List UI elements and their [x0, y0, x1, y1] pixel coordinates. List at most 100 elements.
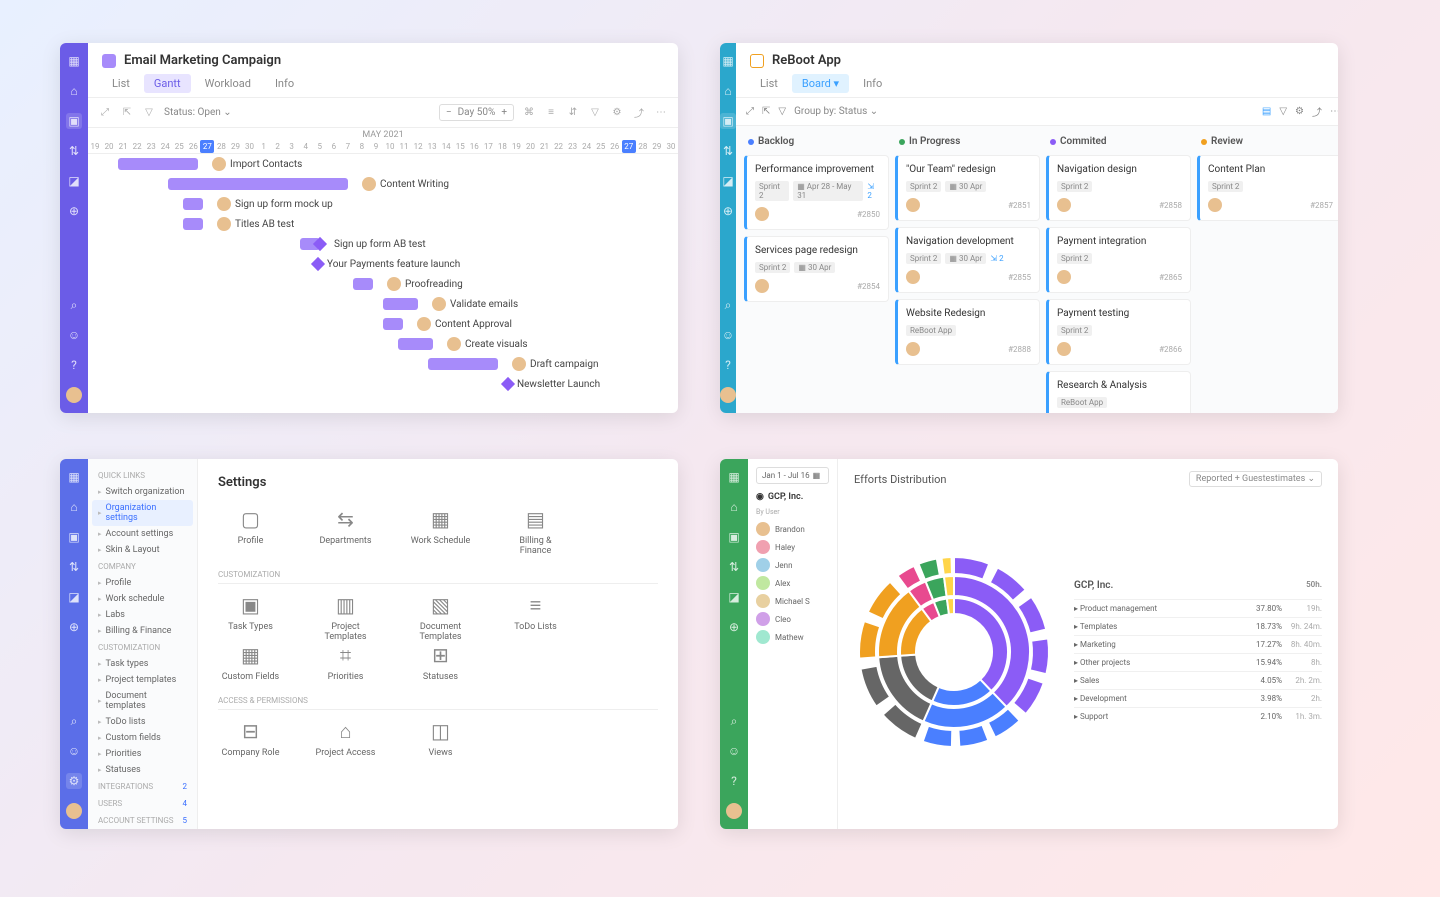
- filter-icon[interactable]: ▽: [142, 106, 156, 120]
- legend-row[interactable]: ▸ Sales4.05%2h. 2m.: [1074, 671, 1322, 689]
- tab-gantt[interactable]: Gantt: [144, 74, 191, 93]
- gantt-task-row[interactable]: Content Writing: [88, 174, 678, 194]
- zoom-control[interactable]: −Day 50%+: [439, 104, 514, 121]
- chart-segment[interactable]: [919, 559, 940, 580]
- settings-tile[interactable]: ⊟Company Role: [218, 718, 283, 758]
- plus-icon[interactable]: ⊕: [726, 619, 742, 635]
- home-icon[interactable]: ⌂: [726, 499, 742, 515]
- board-card[interactable]: Payment testingSprint 2#2866: [1046, 299, 1191, 365]
- legend-row[interactable]: ▸ Support2.10%1h. 3m.: [1074, 707, 1322, 725]
- nav-item[interactable]: Document templates: [88, 688, 197, 714]
- settings-tile[interactable]: ≡ToDo Lists: [503, 592, 568, 642]
- share-icon[interactable]: ⤴: [1312, 104, 1322, 119]
- user-filter[interactable]: Jenn: [756, 556, 829, 574]
- legend-row[interactable]: ▸ Marketing17.27%8h. 40m.: [1074, 635, 1322, 653]
- avatar[interactable]: [720, 387, 736, 403]
- nav-item[interactable]: Billing & Finance: [88, 623, 197, 639]
- help-icon[interactable]: ?: [66, 357, 82, 373]
- gantt-bar[interactable]: [353, 278, 373, 290]
- pin-icon[interactable]: ⇱: [762, 106, 770, 117]
- settings-tile[interactable]: ⇆Departments: [313, 506, 378, 556]
- sort-icon[interactable]: ≡: [544, 106, 558, 120]
- users-icon[interactable]: ☺: [726, 743, 742, 759]
- settings-tile[interactable]: ▦Work Schedule: [408, 506, 473, 556]
- column-header[interactable]: Commited: [1046, 134, 1191, 149]
- expand-icon[interactable]: ⤢: [746, 106, 754, 117]
- more-icon[interactable]: ⋯: [1330, 106, 1338, 117]
- board-card[interactable]: Payment integrationSprint 2#2865: [1046, 227, 1191, 293]
- avatar[interactable]: [66, 387, 82, 403]
- avatar[interactable]: [66, 803, 82, 819]
- nav-item[interactable]: Priorities: [88, 746, 197, 762]
- gantt-task-row[interactable]: Create visuals: [88, 334, 678, 354]
- chart-segment[interactable]: [923, 726, 953, 747]
- chat-icon[interactable]: ◪: [720, 173, 736, 189]
- user-filter[interactable]: Mathew: [756, 628, 829, 646]
- avatar[interactable]: [726, 803, 742, 819]
- more-icon[interactable]: ⋯: [654, 106, 668, 120]
- nav-item[interactable]: Custom fields: [88, 730, 197, 746]
- settings-tile[interactable]: ⊞Statuses: [408, 642, 473, 682]
- gantt-task-row[interactable]: Draft campaign: [88, 354, 678, 374]
- settings-tile[interactable]: ▢Profile: [218, 506, 283, 556]
- settings-tile[interactable]: ▣Task Types: [218, 592, 283, 642]
- logo-icon[interactable]: ▦: [726, 469, 742, 485]
- gantt-bar[interactable]: [183, 218, 203, 230]
- expand-icon[interactable]: ⤢: [98, 106, 112, 120]
- case-icon[interactable]: ▣: [720, 113, 736, 129]
- legend-row[interactable]: ▸ Templates18.73%9h. 24m.: [1074, 617, 1322, 635]
- gantt-task-row[interactable]: Import Contacts: [88, 154, 678, 174]
- gear-icon[interactable]: ⚙: [66, 773, 82, 789]
- logo-icon[interactable]: ▦: [720, 53, 736, 69]
- user-filter[interactable]: Haley: [756, 538, 829, 556]
- plus-icon[interactable]: ⊕: [66, 203, 82, 219]
- home-icon[interactable]: ⌂: [720, 83, 736, 99]
- collapse-icon[interactable]: ⇱: [120, 106, 134, 120]
- funnel-icon[interactable]: ▽: [588, 106, 602, 120]
- nav-item[interactable]: Labs: [88, 607, 197, 623]
- home-icon[interactable]: ⌂: [66, 83, 82, 99]
- date-range[interactable]: Jan 1 - Jul 16 ▦: [756, 467, 829, 484]
- groupby-filter[interactable]: Group by: Status ⌄: [794, 106, 878, 117]
- nav-item[interactable]: Skin & Layout: [88, 542, 197, 558]
- users-icon[interactable]: ☺: [66, 327, 82, 343]
- case-icon[interactable]: ▣: [66, 529, 82, 545]
- status-filter[interactable]: Status: Open ⌄: [164, 107, 232, 118]
- gantt-task-row[interactable]: Content Approval: [88, 314, 678, 334]
- case-icon[interactable]: ▣: [66, 113, 82, 129]
- logo-icon[interactable]: ▦: [66, 469, 82, 485]
- settings-tile[interactable]: ▦Custom Fields: [218, 642, 283, 682]
- settings-tile[interactable]: ▧Document Templates: [408, 592, 473, 642]
- org-name[interactable]: ◉ GCP, Inc.: [756, 492, 829, 502]
- tab-workload[interactable]: Workload: [195, 74, 261, 93]
- user-filter[interactable]: Brandon: [756, 520, 829, 538]
- search-icon[interactable]: ⌕: [66, 297, 82, 313]
- filter-icon[interactable]: ▽: [778, 106, 786, 117]
- flow-icon[interactable]: ⇅: [720, 143, 736, 159]
- chart-segment[interactable]: [1030, 638, 1049, 674]
- chat-icon[interactable]: ◪: [66, 589, 82, 605]
- settings-tile[interactable]: ◫Views: [408, 718, 473, 758]
- nav-item[interactable]: Switch organization: [88, 484, 197, 500]
- logo-icon[interactable]: ▦: [66, 53, 82, 69]
- chart-segment[interactable]: [941, 557, 951, 575]
- tab-board[interactable]: Board ▾: [792, 74, 849, 93]
- chat-icon[interactable]: ◪: [66, 173, 82, 189]
- milestone-icon[interactable]: [311, 257, 325, 271]
- chat-icon[interactable]: ◪: [726, 589, 742, 605]
- gantt-task-row[interactable]: Sign up form mock up: [88, 194, 678, 214]
- gantt-task-row[interactable]: Sign up form AB test: [88, 234, 678, 254]
- board-card[interactable]: "Our Team" redesignSprint 2▦ 30 Apr#2851: [895, 155, 1040, 221]
- card-view-icon[interactable]: ▤: [1262, 106, 1271, 117]
- gantt-bar[interactable]: [383, 318, 403, 330]
- settings-tile[interactable]: ▤Billing & Finance: [503, 506, 568, 556]
- gantt-task-row[interactable]: Your Payments feature launch: [88, 254, 678, 274]
- column-header[interactable]: Backlog: [744, 134, 889, 149]
- legend-row[interactable]: ▸ Product management37.80%19h.: [1074, 599, 1322, 617]
- tab-info[interactable]: Info: [853, 74, 892, 93]
- board-card[interactable]: Website RedesignReBoot App#2888: [895, 299, 1040, 365]
- settings-tile[interactable]: ▥Project Templates: [313, 592, 378, 642]
- gear-icon[interactable]: ⚙: [610, 106, 624, 120]
- gantt-bar[interactable]: [183, 198, 203, 210]
- users-icon[interactable]: ☺: [66, 743, 82, 759]
